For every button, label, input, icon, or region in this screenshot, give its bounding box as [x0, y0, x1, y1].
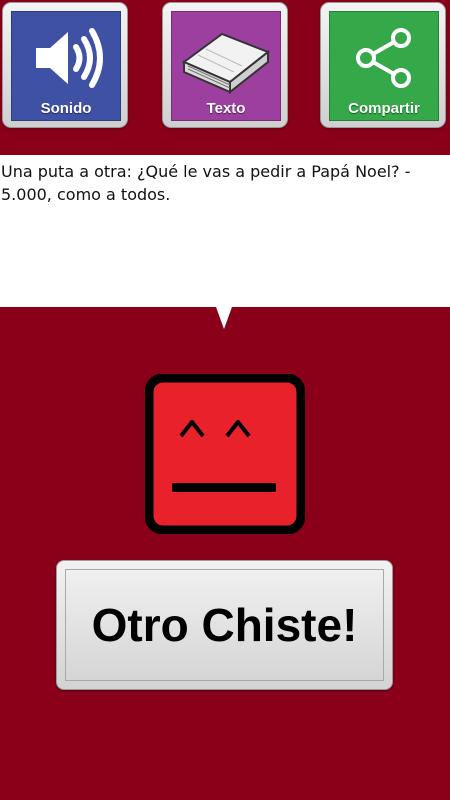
smiling-face-icon [144, 373, 306, 539]
share-tile: Compartir [329, 11, 439, 121]
joke-panel: Una puta a otra: ¿Qué le vas a pedir a P… [0, 155, 450, 307]
share-button[interactable]: Compartir [320, 2, 446, 128]
sound-label: Sonido [40, 100, 92, 117]
sound-tile: Sonido [11, 11, 121, 121]
speech-pointer [216, 307, 232, 329]
top-toolbar: Sonido Texto Compartir [0, 0, 450, 155]
text-label: Texto [206, 100, 246, 117]
text-tile: Texto [171, 11, 281, 121]
text-button[interactable]: Texto [162, 2, 288, 128]
share-icon [330, 18, 438, 98]
joke-text: Una puta a otra: ¿Qué le vas a pedir a P… [1, 162, 411, 204]
speaker-icon [12, 18, 120, 98]
book-icon [172, 18, 280, 98]
share-label: Compartir [348, 100, 420, 117]
another-joke-label: Otro Chiste! [65, 569, 384, 681]
sound-button[interactable]: Sonido [2, 2, 128, 128]
another-joke-button[interactable]: Otro Chiste! [56, 560, 393, 690]
